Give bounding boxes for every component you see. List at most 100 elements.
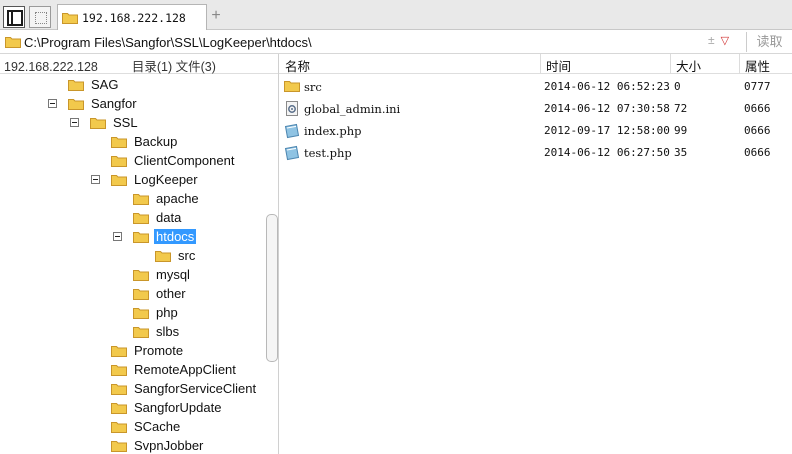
tree-node-src[interactable]: src bbox=[135, 246, 197, 265]
folder-icon bbox=[111, 441, 127, 452]
tree-node-slbs[interactable]: slbs bbox=[113, 322, 181, 341]
directory-summary: 目录(1) 文件(3) bbox=[131, 60, 216, 74]
window-icon[interactable] bbox=[29, 6, 51, 28]
folder-icon bbox=[111, 346, 127, 357]
folder-icon bbox=[111, 365, 127, 376]
tree-node-promote[interactable]: Promote bbox=[91, 341, 185, 360]
chevron-down-icon: ▽ bbox=[720, 35, 730, 47]
file-name: index.php bbox=[304, 124, 362, 138]
tree-node-remoteappclient[interactable]: RemoteAppClient bbox=[91, 360, 238, 379]
tree-node-scache[interactable]: SCache bbox=[91, 417, 182, 436]
column-divider[interactable] bbox=[670, 54, 671, 74]
folder-icon bbox=[133, 308, 149, 319]
collapse-toggle-icon[interactable] bbox=[70, 118, 79, 127]
tree-node-label: Sangfor bbox=[91, 96, 137, 111]
panel-layout-icon[interactable] bbox=[3, 6, 25, 28]
file-time: 2014-06-12 07:30:58 bbox=[544, 102, 670, 115]
tree-node-label: php bbox=[156, 305, 178, 320]
php-file-icon bbox=[284, 145, 300, 161]
file-row[interactable]: index.php 2012-09-17 12:58:00 99 0666 bbox=[280, 120, 792, 142]
tree-node-backup[interactable]: Backup bbox=[91, 132, 179, 151]
new-tab-button[interactable]: + bbox=[208, 5, 224, 27]
folder-icon bbox=[62, 13, 78, 24]
path-input[interactable]: C:\Program Files\Sangfor\SSL\LogKeeper\h… bbox=[24, 35, 312, 50]
folder-icon bbox=[111, 403, 127, 414]
tree-node-ssl[interactable]: SSL bbox=[70, 113, 140, 132]
tree-node-label: htdocs bbox=[154, 229, 197, 244]
file-time: 2014-06-12 06:27:50 bbox=[544, 146, 670, 159]
file-row[interactable]: global_admin.ini 2014-06-12 07:30:58 72 … bbox=[280, 98, 792, 120]
tree-node-sag[interactable]: SAG bbox=[48, 75, 120, 94]
tree-node-label: LogKeeper bbox=[134, 172, 198, 187]
folder-icon bbox=[133, 289, 149, 300]
tab-host[interactable]: 192.168.222.128 bbox=[57, 4, 207, 30]
settings-file-icon bbox=[286, 101, 298, 116]
path-menu-symbol: ± bbox=[708, 33, 715, 47]
tree-node-label: SAG bbox=[91, 77, 119, 92]
tree-node-svpnjobber[interactable]: SvpnJobber bbox=[91, 436, 205, 454]
column-divider[interactable] bbox=[540, 54, 541, 74]
read-button[interactable]: 读取 bbox=[746, 32, 792, 52]
folder-icon bbox=[133, 194, 149, 205]
tree-node-label: Backup bbox=[134, 134, 178, 149]
folder-icon bbox=[111, 156, 127, 167]
folder-open-icon bbox=[68, 99, 84, 110]
folder-open-icon bbox=[133, 232, 149, 243]
pane-splitter[interactable] bbox=[278, 54, 279, 454]
tree-node-sangforserviceclient[interactable]: SangforServiceClient bbox=[91, 379, 258, 398]
tree-node-label: slbs bbox=[156, 324, 180, 339]
tree-node-label: RemoteAppClient bbox=[134, 362, 236, 377]
tree-node-label: data bbox=[156, 210, 182, 225]
file-time: 2012-09-17 12:58:00 bbox=[544, 124, 670, 137]
file-size: 35 bbox=[674, 146, 688, 159]
tree-node-label: src bbox=[178, 248, 196, 263]
column-header-time[interactable]: 时间 bbox=[546, 56, 571, 75]
file-attr: 0666 bbox=[744, 146, 771, 159]
file-size: 72 bbox=[674, 102, 688, 115]
tree-node-sangfor[interactable]: Sangfor bbox=[48, 94, 139, 113]
collapse-toggle-icon[interactable] bbox=[113, 232, 122, 241]
column-header-name[interactable]: 名称 bbox=[285, 56, 310, 75]
tree-node-other[interactable]: other bbox=[113, 284, 188, 303]
column-divider[interactable] bbox=[739, 54, 740, 74]
folder-icon bbox=[284, 81, 300, 92]
column-header-attr[interactable]: 属性 bbox=[745, 56, 770, 75]
tree-node-label: apache bbox=[156, 191, 199, 206]
tree-node-clientcomponent[interactable]: ClientComponent bbox=[91, 151, 236, 170]
tree-node-logkeeper[interactable]: LogKeeper bbox=[91, 170, 200, 189]
file-time: 2014-06-12 06:52:23 bbox=[544, 80, 670, 93]
tree-node-php[interactable]: php bbox=[113, 303, 180, 322]
folder-icon bbox=[133, 270, 149, 281]
tree-node-apache[interactable]: apache bbox=[113, 189, 201, 208]
path-history-dropdown[interactable]: ± ▽ bbox=[708, 33, 746, 51]
tree-node-data[interactable]: data bbox=[113, 208, 183, 227]
folder-icon bbox=[111, 137, 127, 148]
folder-icon bbox=[68, 80, 84, 91]
folder-icon bbox=[133, 327, 149, 338]
folder-open-icon bbox=[111, 175, 127, 186]
file-row[interactable]: src 2014-06-12 06:52:23 0 0777 bbox=[280, 76, 792, 98]
file-name: test.php bbox=[304, 146, 352, 160]
tree-node-sangforupdate[interactable]: SangforUpdate bbox=[91, 398, 223, 417]
header-row: 192.168.222.128 目录(1) 文件(3) 名称 时间 大小 属性 bbox=[0, 54, 792, 74]
file-row[interactable]: test.php 2014-06-12 06:27:50 35 0666 bbox=[280, 142, 792, 164]
file-name: global_admin.ini bbox=[304, 102, 401, 116]
collapse-toggle-icon[interactable] bbox=[48, 99, 57, 108]
folder-open-icon bbox=[90, 118, 106, 129]
file-size: 99 bbox=[674, 124, 688, 137]
folder-icon bbox=[155, 251, 171, 262]
folder-icon bbox=[111, 384, 127, 395]
file-attr: 0777 bbox=[744, 80, 771, 93]
host-address: 192.168.222.128 bbox=[4, 60, 98, 74]
collapse-toggle-icon[interactable] bbox=[91, 175, 100, 184]
tree-node-label: SCache bbox=[134, 419, 181, 434]
tree-node-label: SvpnJobber bbox=[134, 438, 204, 453]
file-attr: 0666 bbox=[744, 124, 771, 137]
tree-scrollbar[interactable] bbox=[266, 214, 278, 362]
tree-node-label: mysql bbox=[156, 267, 190, 282]
folder-icon bbox=[133, 213, 149, 224]
column-header-size[interactable]: 大小 bbox=[676, 56, 701, 75]
tree-node-mysql[interactable]: mysql bbox=[113, 265, 192, 284]
path-bar: C:\Program Files\Sangfor\SSL\LogKeeper\h… bbox=[0, 30, 792, 54]
tree-node-htdocs[interactable]: htdocs bbox=[113, 227, 197, 246]
